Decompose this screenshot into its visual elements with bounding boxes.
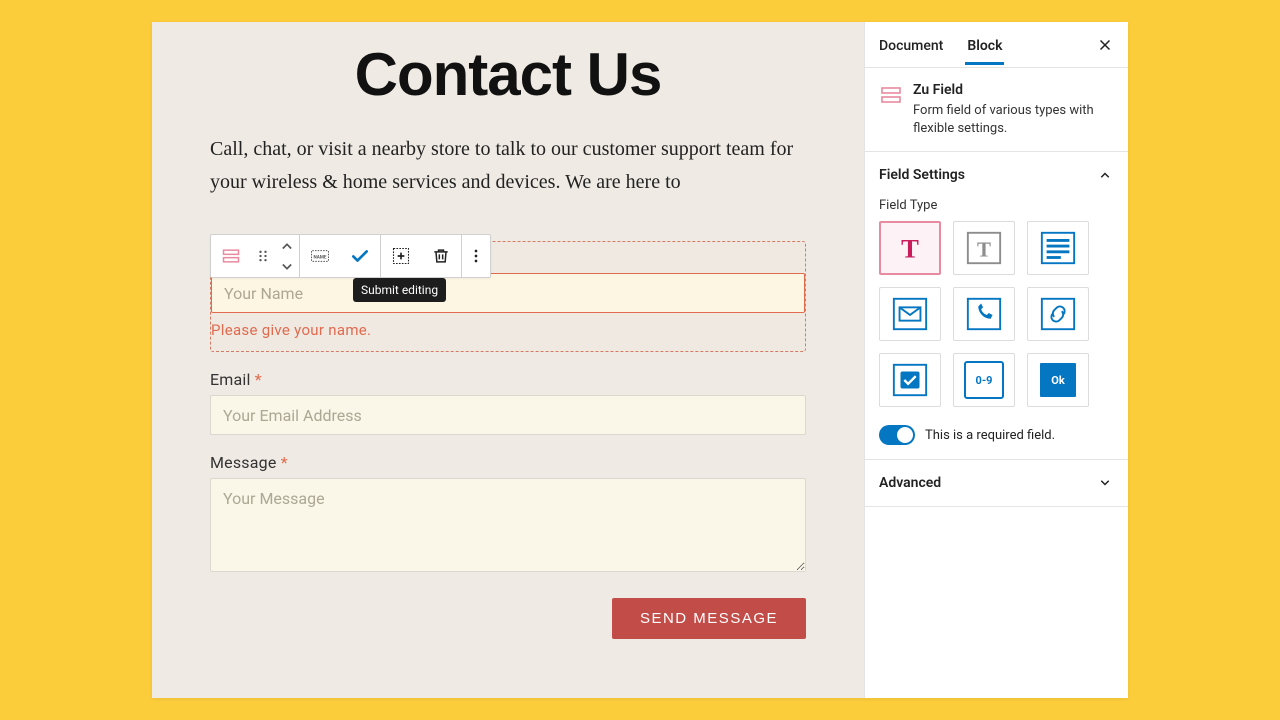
svg-text:T: T	[977, 238, 991, 262]
email-input[interactable]	[210, 395, 806, 435]
field-type-label: Field Type	[879, 198, 1114, 213]
field-type-grid: T T	[879, 221, 1114, 407]
name-input[interactable]	[211, 273, 805, 313]
panel-field-settings-title: Field Settings	[879, 167, 965, 183]
required-toggle-label: This is a required field.	[925, 428, 1055, 443]
send-message-button[interactable]: SEND MESSAGE	[612, 598, 806, 639]
field-block-email[interactable]: Email *	[210, 370, 806, 435]
block-header-title: Zu Field	[913, 82, 1114, 98]
tab-document[interactable]: Document	[879, 26, 943, 64]
more-options-button[interactable]	[462, 235, 490, 277]
type-url[interactable]	[1027, 287, 1089, 341]
type-text-alt[interactable]: T	[953, 221, 1015, 275]
panel-field-settings-toggle[interactable]: Field Settings	[879, 166, 1114, 184]
email-label: Email *	[210, 370, 806, 389]
close-sidebar-button[interactable]	[1096, 36, 1114, 54]
panel-advanced-title: Advanced	[879, 475, 941, 491]
tab-block[interactable]: Block	[967, 26, 1002, 64]
intro-paragraph[interactable]: Call, chat, or visit a nearby store to t…	[210, 133, 806, 199]
page-title[interactable]: Contact Us	[210, 40, 806, 109]
block-toolbar: NAME	[210, 234, 491, 278]
type-number[interactable]: 0-9	[953, 353, 1015, 407]
name-tag-button[interactable]: NAME	[300, 235, 340, 277]
type-submit[interactable]: Ok	[1027, 353, 1089, 407]
name-error-text: Please give your name.	[211, 321, 805, 339]
move-updown-button[interactable]	[275, 235, 299, 277]
svg-text:NAME: NAME	[313, 255, 326, 261]
type-textarea[interactable]	[1027, 221, 1089, 275]
drag-handle-icon[interactable]	[251, 235, 275, 277]
add-button[interactable]	[381, 235, 421, 277]
message-label: Message *	[210, 453, 806, 472]
block-header-icon	[879, 83, 903, 107]
chevron-up-icon	[1096, 166, 1114, 184]
block-type-icon[interactable]	[211, 235, 251, 277]
field-block-message[interactable]: Message *	[210, 453, 806, 576]
type-text[interactable]: T	[879, 221, 941, 275]
svg-text:T: T	[901, 234, 919, 264]
sidebar-tabbar: Document Block	[865, 22, 1128, 68]
panel-advanced-toggle[interactable]: Advanced	[879, 474, 1114, 492]
block-header: Zu Field Form field of various types wit…	[865, 68, 1128, 152]
required-toggle[interactable]	[879, 425, 915, 445]
block-header-desc: Form field of various types with flexibl…	[913, 102, 1114, 137]
submit-editing-button[interactable]	[340, 235, 380, 277]
chevron-down-icon	[1096, 474, 1114, 492]
tooltip-submit-editing: Submit editing	[353, 278, 446, 302]
message-input[interactable]	[210, 478, 806, 572]
inspector-sidebar: Document Block Zu Field Form field of va…	[864, 22, 1128, 698]
type-phone[interactable]	[953, 287, 1015, 341]
delete-button[interactable]	[421, 235, 461, 277]
type-email[interactable]	[879, 287, 941, 341]
editor-canvas: Contact Us Call, chat, or visit a nearby…	[152, 22, 864, 698]
type-checkbox[interactable]	[879, 353, 941, 407]
